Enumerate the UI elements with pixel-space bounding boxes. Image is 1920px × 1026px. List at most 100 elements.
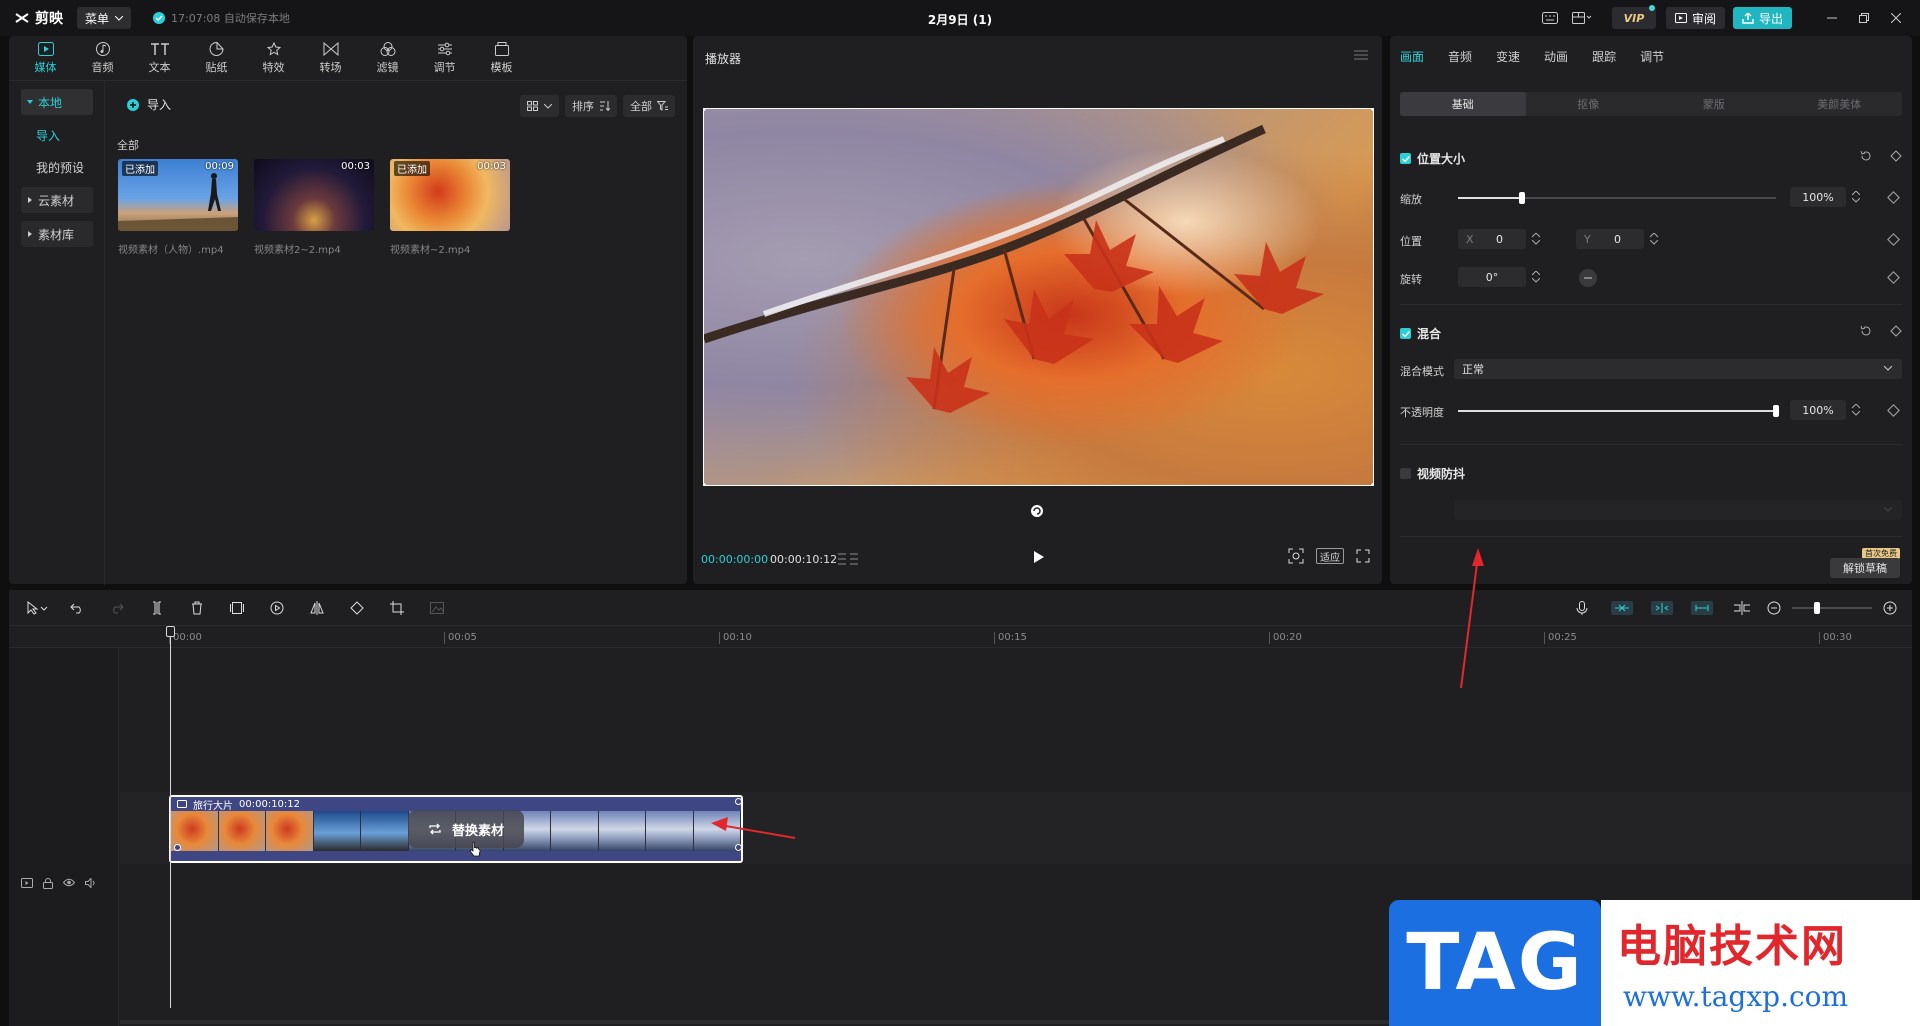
vip-button[interactable]: VIP: [1611, 5, 1656, 29]
track-video-icon[interactable]: [21, 878, 33, 889]
keyframe-diamond-icon[interactable]: [1890, 325, 1902, 337]
undo-icon[interactable]: [57, 598, 97, 618]
filter-button[interactable]: 全部: [623, 95, 675, 117]
mirror-icon[interactable]: [297, 598, 337, 618]
media-item[interactable]: 已添加 00:03 视频素材~2.mp4: [390, 159, 510, 256]
delete-icon[interactable]: [177, 598, 217, 618]
sidebar-item-cloud[interactable]: 云素材: [21, 187, 93, 213]
close-icon[interactable]: [1880, 0, 1912, 36]
blend-mode-select[interactable]: 正常: [1454, 359, 1902, 379]
volume-icon[interactable]: [85, 878, 97, 889]
menu-button[interactable]: 菜单: [77, 7, 132, 29]
sidebar-item-my-presets[interactable]: 我的预设: [36, 155, 104, 179]
tab-prop-adjust[interactable]: 调节: [1640, 36, 1664, 76]
zoom-in-icon[interactable]: [1878, 598, 1902, 618]
rotate-handle-icon[interactable]: [1030, 504, 1044, 518]
subtab-cutout[interactable]: 抠像: [1526, 92, 1652, 116]
blend-checkbox[interactable]: [1400, 328, 1411, 339]
export-button[interactable]: 导出: [1732, 7, 1792, 29]
select-tool-icon[interactable]: [17, 598, 57, 618]
position-keyframe-icon[interactable]: [1887, 233, 1900, 246]
zoom-slider-knob[interactable]: [1814, 602, 1820, 614]
media-item[interactable]: 已添加 00:09 视频素材（人物）.mp4: [118, 159, 238, 256]
tab-text[interactable]: 文本: [131, 36, 188, 80]
rotate-icon[interactable]: [337, 598, 377, 618]
preview-axis-icon[interactable]: [1722, 598, 1762, 618]
play-button[interactable]: [1033, 550, 1045, 564]
replace-media-button[interactable]: 替换素材: [408, 810, 524, 848]
subtab-mask[interactable]: 蒙版: [1651, 92, 1777, 116]
time-ruler[interactable]: 00:00 00:05 00:10 00:15 00:20 00:25 00:3…: [9, 626, 1912, 648]
tab-adjust[interactable]: 调节: [416, 36, 473, 80]
crop-icon[interactable]: [377, 598, 417, 618]
tab-tracking[interactable]: 跟踪: [1592, 36, 1616, 76]
reset-icon[interactable]: [1860, 325, 1872, 337]
sidebar-item-library[interactable]: 素材库: [21, 221, 93, 247]
rotate-keyframe-icon[interactable]: [1887, 271, 1900, 284]
sidebar-item-local[interactable]: 本地: [21, 89, 93, 115]
tab-filter[interactable]: 滤镜: [359, 36, 416, 80]
clip-trim-handle[interactable]: [735, 798, 742, 805]
clip-trim-handle[interactable]: [735, 844, 742, 851]
import-button[interactable]: 导入: [127, 96, 171, 113]
opacity-keyframe-icon[interactable]: [1887, 404, 1900, 417]
tab-sticker[interactable]: 贴纸: [188, 36, 245, 80]
playhead-handle[interactable]: [166, 626, 175, 637]
zoom-slider[interactable]: [1792, 602, 1872, 614]
tab-media[interactable]: 媒体: [17, 36, 74, 80]
position-y-input[interactable]: Y 0: [1576, 229, 1644, 249]
opacity-slider-knob[interactable]: [1773, 405, 1779, 417]
tab-effects[interactable]: 特效: [245, 36, 302, 80]
media-thumbnail[interactable]: 已添加 00:03: [390, 159, 510, 231]
ratio-button[interactable]: 适应: [1316, 548, 1344, 564]
eye-icon[interactable]: [63, 878, 75, 889]
subtab-beauty[interactable]: 美颜美体: [1777, 92, 1903, 116]
opacity-stepper[interactable]: [1850, 400, 1862, 420]
position-y-stepper[interactable]: [1648, 229, 1660, 249]
stabilize-checkbox[interactable]: [1400, 468, 1411, 479]
keyframe-diamond-icon[interactable]: [1890, 150, 1902, 162]
restore-icon[interactable]: [1848, 0, 1880, 36]
opacity-slider[interactable]: [1458, 405, 1779, 417]
tab-picture[interactable]: 画面: [1400, 36, 1424, 76]
lock-icon[interactable]: [43, 878, 53, 889]
redo-icon[interactable]: [97, 598, 137, 618]
clip-trim-handle[interactable]: [174, 844, 181, 851]
tab-template[interactable]: 模板: [473, 36, 530, 80]
review-button[interactable]: 审阅: [1665, 7, 1725, 29]
video-preview[interactable]: [703, 108, 1374, 486]
view-mode-button[interactable]: [520, 95, 559, 117]
reverse-play-icon[interactable]: [257, 598, 297, 618]
tab-transition[interactable]: 转场: [302, 36, 359, 80]
position-x-stepper[interactable]: [1530, 229, 1542, 249]
screenshot-icon[interactable]: [1288, 548, 1304, 564]
tab-animation[interactable]: 动画: [1544, 36, 1568, 76]
position-size-checkbox[interactable]: [1400, 153, 1411, 164]
layout-icon[interactable]: [1566, 0, 1598, 36]
linkage-icon[interactable]: [1682, 598, 1722, 618]
opacity-input[interactable]: 100%: [1790, 400, 1846, 420]
scale-slider[interactable]: [1458, 192, 1776, 204]
shortcut-keyboard-icon[interactable]: [1534, 0, 1566, 36]
sidebar-item-import[interactable]: 导入: [36, 123, 104, 147]
scale-keyframe-icon[interactable]: [1887, 191, 1900, 204]
media-thumbnail[interactable]: 已添加 00:09: [118, 159, 238, 231]
main-track-magnet-icon[interactable]: [1602, 598, 1642, 618]
microphone-icon[interactable]: [1562, 598, 1602, 618]
sort-button[interactable]: 排序: [565, 95, 617, 117]
media-item[interactable]: 00:03 视频素材2~2.mp4: [254, 159, 374, 256]
resize-handle[interactable]: [1371, 109, 1373, 111]
tab-audio[interactable]: 音频: [74, 36, 131, 80]
rotate-input[interactable]: 0°: [1458, 267, 1526, 287]
hamburger-menu-icon[interactable]: [1354, 50, 1368, 60]
minimize-icon[interactable]: [1816, 0, 1848, 36]
zoom-out-icon[interactable]: [1762, 598, 1786, 618]
frame-grid-icon[interactable]: [838, 552, 860, 566]
auto-snap-icon[interactable]: [1642, 598, 1682, 618]
rotate-dial-icon[interactable]: [1578, 268, 1598, 288]
scale-stepper[interactable]: [1850, 187, 1862, 207]
scale-slider-knob[interactable]: [1518, 192, 1525, 204]
media-thumbnail[interactable]: 00:03: [254, 159, 374, 231]
subtab-basic[interactable]: 基础: [1400, 92, 1526, 116]
tab-speed[interactable]: 变速: [1496, 36, 1520, 76]
